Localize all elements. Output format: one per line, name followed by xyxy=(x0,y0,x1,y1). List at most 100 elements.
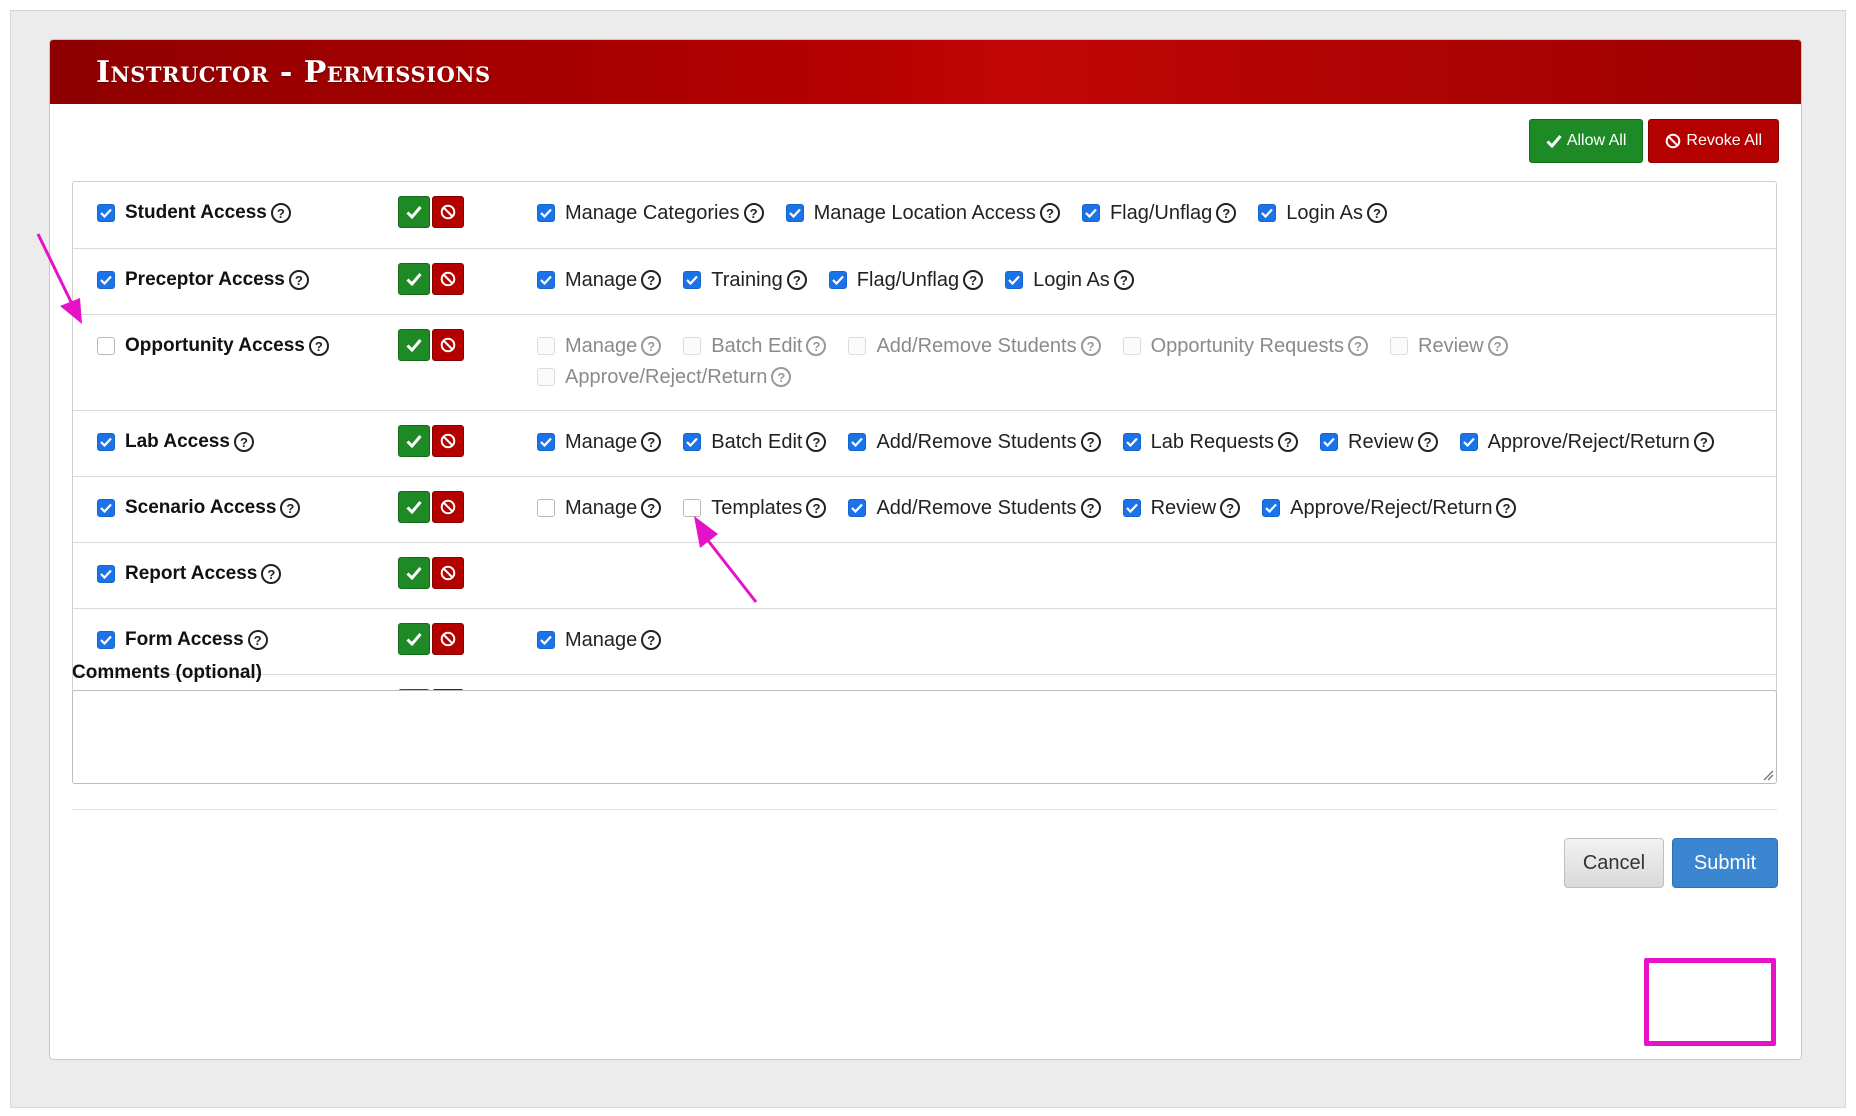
sub-permission-checkbox[interactable] xyxy=(1122,337,1141,355)
help-icon[interactable]: ? xyxy=(288,270,309,290)
help-icon[interactable]: ? xyxy=(806,336,827,356)
sub-permission-checkbox[interactable] xyxy=(1459,433,1478,451)
sub-permission-checkbox[interactable] xyxy=(1390,337,1409,355)
row-quick-actions xyxy=(398,557,464,589)
help-icon[interactable]: ? xyxy=(806,432,827,452)
help-icon[interactable]: ? xyxy=(786,270,807,290)
sub-permission-checkbox[interactable] xyxy=(537,631,555,649)
sub-permission-checkbox[interactable] xyxy=(1005,271,1024,289)
revoke-row-button[interactable] xyxy=(432,196,464,228)
allow-row-button[interactable] xyxy=(398,623,430,655)
permission-label: Preceptor Access xyxy=(125,269,285,290)
revoke-row-button[interactable] xyxy=(432,329,464,361)
sub-permission-checkbox[interactable] xyxy=(1122,433,1141,451)
allow-row-button[interactable] xyxy=(398,329,430,361)
help-icon[interactable]: ? xyxy=(247,630,268,650)
help-icon[interactable]: ? xyxy=(280,498,301,518)
cancel-button[interactable]: Cancel xyxy=(1564,838,1664,888)
permission-checkbox[interactable] xyxy=(97,565,115,583)
allow-row-button[interactable] xyxy=(398,425,430,457)
sub-permission-checkbox[interactable] xyxy=(1258,204,1277,222)
sub-permission-checkbox[interactable] xyxy=(828,271,847,289)
sub-permission-checkbox[interactable] xyxy=(537,433,555,451)
help-icon[interactable]: ? xyxy=(1366,203,1387,223)
permission-checkbox[interactable] xyxy=(97,271,115,289)
help-icon[interactable]: ? xyxy=(1039,203,1060,223)
sub-permission: Manage Categories? xyxy=(537,202,764,224)
sub-permission-checkbox[interactable] xyxy=(537,368,555,386)
sub-permission-checkbox[interactable] xyxy=(848,499,867,517)
sub-permission-checkbox[interactable] xyxy=(537,204,555,222)
allow-row-button[interactable] xyxy=(398,263,430,295)
sub-permission-checkbox[interactable] xyxy=(848,433,867,451)
allow-row-button[interactable] xyxy=(398,491,430,523)
permission-checkbox[interactable] xyxy=(97,204,115,222)
help-icon[interactable]: ? xyxy=(1220,498,1241,518)
help-icon[interactable]: ? xyxy=(806,498,827,518)
help-icon[interactable]: ? xyxy=(261,564,282,584)
allow-all-button[interactable]: Allow All xyxy=(1528,119,1644,163)
sub-permission-checkbox[interactable] xyxy=(1122,499,1141,517)
sub-permission-checkbox[interactable] xyxy=(848,337,867,355)
help-icon[interactable]: ? xyxy=(1080,498,1101,518)
sub-permission-label: Manage xyxy=(565,496,638,519)
sub-permission-checkbox[interactable] xyxy=(683,433,702,451)
permission-label: Form Access xyxy=(125,629,244,650)
help-icon[interactable]: ? xyxy=(233,432,254,452)
sub-permission-checkbox[interactable] xyxy=(683,337,702,355)
help-icon[interactable]: ? xyxy=(641,432,662,452)
help-icon[interactable]: ? xyxy=(1113,270,1134,290)
help-icon[interactable]: ? xyxy=(963,270,984,290)
submit-button[interactable]: Submit xyxy=(1672,838,1778,888)
help-icon[interactable]: ? xyxy=(308,336,329,356)
permission-checkbox[interactable] xyxy=(97,631,115,649)
sub-permission-checkbox[interactable] xyxy=(683,271,702,289)
permission-label: Scenario Access xyxy=(125,497,277,518)
revoke-all-button[interactable]: Revoke All xyxy=(1648,119,1779,163)
sub-permission-checkbox[interactable] xyxy=(537,499,555,517)
help-icon[interactable]: ? xyxy=(1693,432,1714,452)
sub-permission-checkbox[interactable] xyxy=(537,337,555,355)
sub-permission-checkbox[interactable] xyxy=(1320,433,1338,451)
sub-permission: Manage? xyxy=(537,629,662,651)
allow-row-button[interactable] xyxy=(398,557,430,589)
resize-handle-icon[interactable] xyxy=(1762,769,1774,781)
card-header: Instructor - Permissions xyxy=(50,40,1801,104)
help-icon[interactable]: ? xyxy=(1417,432,1438,452)
permission-main: Lab Access? xyxy=(97,431,254,453)
help-icon[interactable]: ? xyxy=(641,336,662,356)
sub-permission-checkbox[interactable] xyxy=(1081,204,1100,222)
help-icon[interactable]: ? xyxy=(1496,498,1517,518)
help-icon[interactable]: ? xyxy=(743,203,764,223)
sub-permission-checkbox[interactable] xyxy=(1262,499,1281,517)
revoke-row-button[interactable] xyxy=(432,623,464,655)
help-icon[interactable]: ? xyxy=(641,270,662,290)
sub-permission-checkbox[interactable] xyxy=(537,271,555,289)
help-icon[interactable]: ? xyxy=(1487,336,1508,356)
revoke-row-button[interactable] xyxy=(432,263,464,295)
help-icon[interactable]: ? xyxy=(771,367,792,387)
help-icon[interactable]: ? xyxy=(1080,336,1101,356)
permission-row: Scenario Access? Manage? Templates? Add/Rem… xyxy=(73,476,1776,542)
check-icon xyxy=(406,633,422,646)
sub-permission-checkbox[interactable] xyxy=(785,204,804,222)
revoke-row-button[interactable] xyxy=(432,557,464,589)
help-icon[interactable]: ? xyxy=(641,630,662,650)
permission-checkbox[interactable] xyxy=(97,433,115,451)
comments-textarea[interactable] xyxy=(72,690,1777,784)
help-icon[interactable]: ? xyxy=(1348,336,1369,356)
ban-icon xyxy=(1666,133,1681,149)
allow-row-button[interactable] xyxy=(398,196,430,228)
revoke-row-button[interactable] xyxy=(432,491,464,523)
permission-checkbox[interactable] xyxy=(97,499,115,517)
permission-checkbox[interactable] xyxy=(97,337,115,355)
help-icon[interactable]: ? xyxy=(641,498,662,518)
row-quick-actions xyxy=(398,196,464,228)
help-icon[interactable]: ? xyxy=(1278,432,1298,452)
page-background: Instructor - Permissions Allow All Revok… xyxy=(10,10,1846,1108)
help-icon[interactable]: ? xyxy=(1080,432,1101,452)
help-icon[interactable]: ? xyxy=(1216,203,1237,223)
sub-permission-label: Login As xyxy=(1286,201,1363,224)
help-icon[interactable]: ? xyxy=(270,203,291,223)
revoke-row-button[interactable] xyxy=(432,425,464,457)
